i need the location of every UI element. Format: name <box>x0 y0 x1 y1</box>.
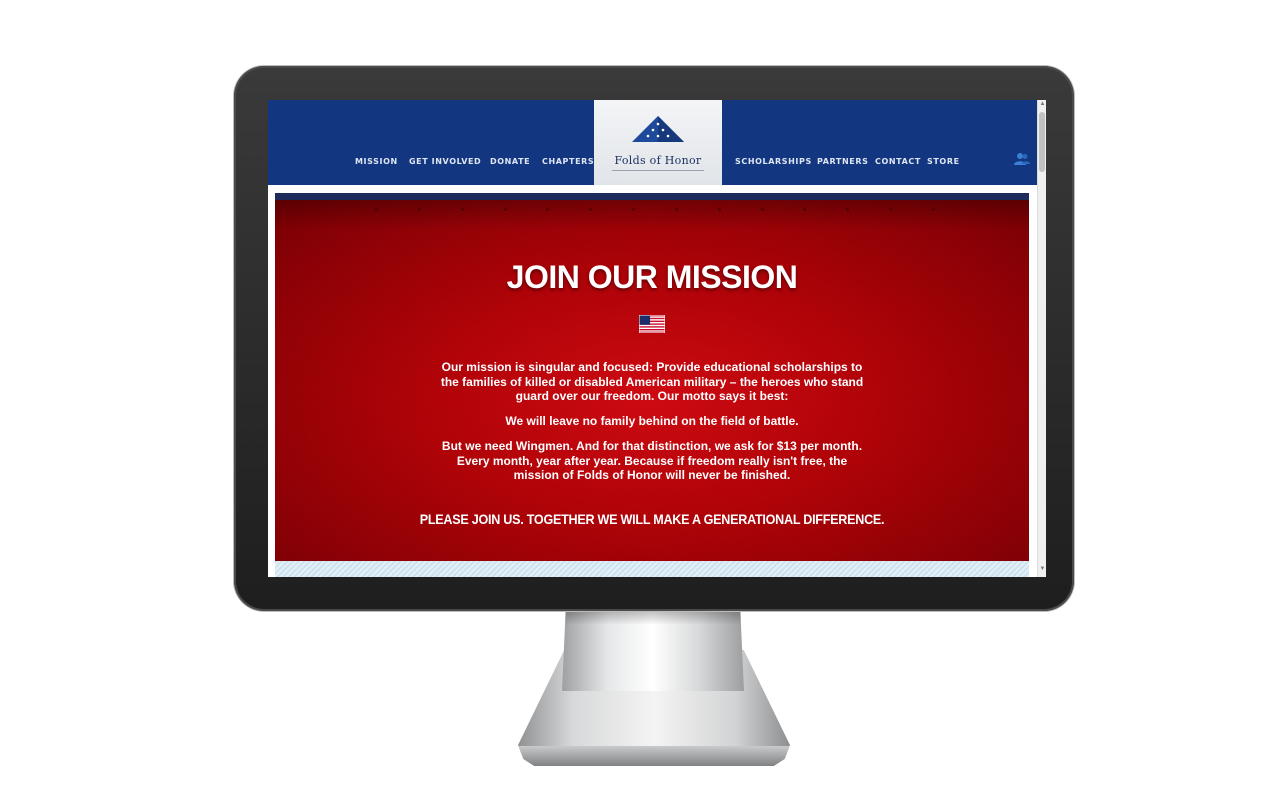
nav-item-chapters[interactable]: CHAPTERS <box>542 157 594 166</box>
logo-underline <box>612 170 704 171</box>
us-flag-icon <box>639 315 665 333</box>
monitor-stand-neck <box>562 611 744 691</box>
next-section-edge <box>275 561 1029 577</box>
nav-item-mission[interactable]: MISSION <box>355 157 398 166</box>
call-to-action: PLEASE JOIN US. TOGETHER WE WILL MAKE A … <box>419 511 885 527</box>
motto-paragraph: We will leave no family behind on the fi… <box>505 414 799 428</box>
scroll-up-icon[interactable]: ▲ <box>1039 101 1046 108</box>
nav-item-get-involved[interactable]: GET INVOLVED <box>409 157 481 166</box>
browser-screen: MISSION GET INVOLVED DONATE CHAPTERS Fol… <box>268 100 1046 577</box>
decorative-stars <box>375 208 935 218</box>
user-group-icon[interactable] <box>1014 152 1030 166</box>
scroll-thumb[interactable] <box>1039 112 1045 172</box>
wingmen-paragraph: But we need Wingmen. And for that distin… <box>441 439 863 482</box>
logo-text: Folds of Honor <box>614 154 702 167</box>
main-content: JOIN OUR MISSION Our mission is singular… <box>275 193 1029 577</box>
hero-title: JOIN OUR MISSION <box>506 259 798 295</box>
mission-paragraph: Our mission is singular and focused: Pro… <box>440 360 864 403</box>
hero-section: JOIN OUR MISSION Our mission is singular… <box>275 193 1029 561</box>
nav-item-store[interactable]: STORE <box>927 157 960 166</box>
top-navigation: MISSION GET INVOLVED DONATE CHAPTERS Fol… <box>268 100 1037 185</box>
nav-item-partners[interactable]: PARTNERS <box>817 157 868 166</box>
nav-item-contact[interactable]: CONTACT <box>875 157 921 166</box>
site-logo[interactable]: Folds of Honor <box>594 100 722 185</box>
vertical-scrollbar[interactable]: ▲ ▼ <box>1037 100 1046 577</box>
nav-item-donate[interactable]: DONATE <box>490 157 530 166</box>
folded-flag-icon <box>632 116 684 142</box>
scroll-down-icon[interactable]: ▼ <box>1039 566 1046 573</box>
nav-item-scholarships[interactable]: SCHOLARSHIPS <box>735 157 812 166</box>
